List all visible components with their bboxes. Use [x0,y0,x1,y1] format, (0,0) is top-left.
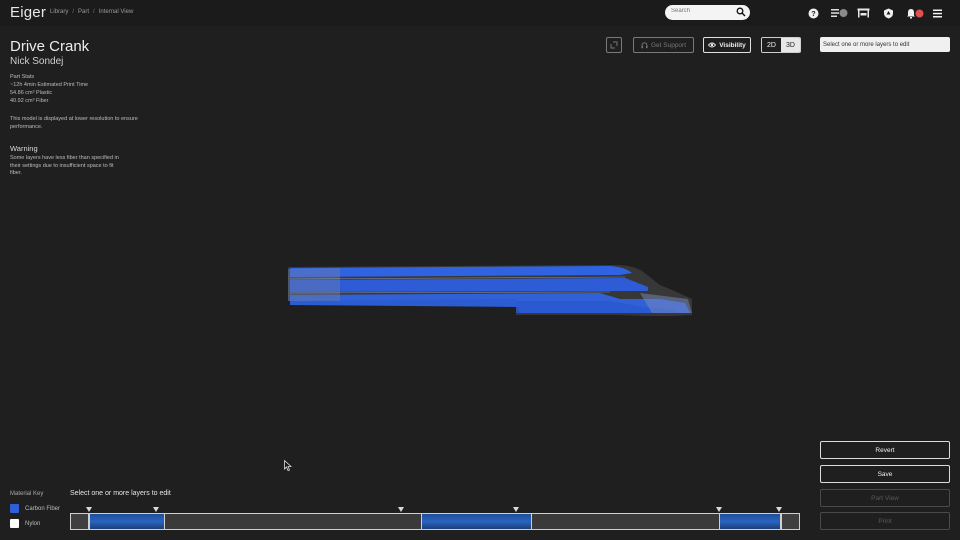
layer-marker-icon[interactable] [86,507,92,512]
material-key-carbon-fiber: Carbon Fiber [10,504,60,513]
plastic-volume: 54.86 cm³ Plastic [10,90,53,96]
part-author: Nick Sondej [10,56,64,67]
headset-icon [641,41,648,48]
timeline-end-cap [781,514,799,529]
search-icon[interactable] [736,7,746,17]
eye-icon [708,42,717,48]
carbon-fiber-label: Carbon Fiber [25,505,61,512]
breadcrumb-library[interactable]: Library [50,9,68,15]
part-view-button[interactable]: Part View [820,489,950,507]
visibility-button[interactable]: Visibility [703,37,751,53]
printer-icon[interactable] [856,7,870,19]
layer-marker-icon[interactable] [153,507,159,512]
breadcrumb: Library / Part / Internal View [50,9,133,15]
part-stats-heading: Part Stats [10,74,35,80]
breadcrumb-internal-view: Internal View [98,9,134,15]
breadcrumb-separator: / [93,9,95,15]
fiber-volume: 40.92 cm³ Fiber [10,98,49,104]
part-stats: Part Stats ~12h 4min Estimated Print Tim… [10,73,88,105]
expand-icon [610,41,618,49]
shield-icon[interactable] [882,7,894,19]
view-mode-toggle: 2D 3D [761,37,801,53]
breadcrumb-part[interactable]: Part [78,9,89,15]
fullscreen-button[interactable] [606,37,622,53]
timeline-fiber-segment[interactable] [421,514,532,529]
search-input[interactable] [671,8,735,14]
model-viewport[interactable] [280,255,700,325]
print-button[interactable]: Print [820,512,950,530]
layer-select-dropdown[interactable]: Select one or more layers to edit [820,37,950,52]
warning-text: Some layers have less fiber than specifi… [10,155,119,176]
svg-text:?: ? [811,11,815,18]
layer-timeline[interactable] [70,513,800,530]
help-icon[interactable]: ? [807,7,819,19]
drive-crank-model [288,265,692,316]
search-box[interactable] [665,5,750,20]
menu-icon[interactable] [932,7,942,19]
app-logo[interactable]: Eiger [10,4,46,21]
material-key-label: Material Key [10,491,44,497]
get-support-label: Get Support [650,41,687,49]
print-queue-icon[interactable] [830,7,848,19]
layer-marker-icon[interactable] [513,507,519,512]
timeline-fiber-segment[interactable] [718,514,781,529]
part-title: Drive Crank [10,38,90,55]
material-key-nylon: Nylon [10,519,40,528]
notifications-icon[interactable] [906,7,924,19]
revert-button[interactable]: Revert [820,441,950,459]
timeline-label: Select one or more layers to edit [70,490,171,497]
get-support-button[interactable]: Get Support [633,37,694,53]
layer-marker-icon[interactable] [716,507,722,512]
mouse-cursor-icon [284,460,292,471]
warning-title: Warning [10,144,38,153]
layer-marker-icon[interactable] [776,507,782,512]
visibility-label: Visibility [719,41,746,49]
nylon-swatch [10,519,19,528]
breadcrumb-separator: / [72,9,75,15]
mode-2d-button[interactable]: 2D [762,38,781,52]
timeline-start-cap [71,514,89,529]
nylon-label: Nylon [25,520,41,527]
layer-marker-icon[interactable] [398,507,404,512]
mode-3d-button[interactable]: 3D [781,38,800,52]
top-navigation-bar: Eiger Library / Part / Internal View ? [0,0,960,26]
print-time: ~12h 4min Estimated Print Time [10,82,89,88]
save-button[interactable]: Save [820,465,950,483]
resolution-note: This model is displayed at lower resolut… [10,116,138,130]
carbon-fiber-swatch [10,504,19,513]
timeline-fiber-segment[interactable] [89,514,166,529]
